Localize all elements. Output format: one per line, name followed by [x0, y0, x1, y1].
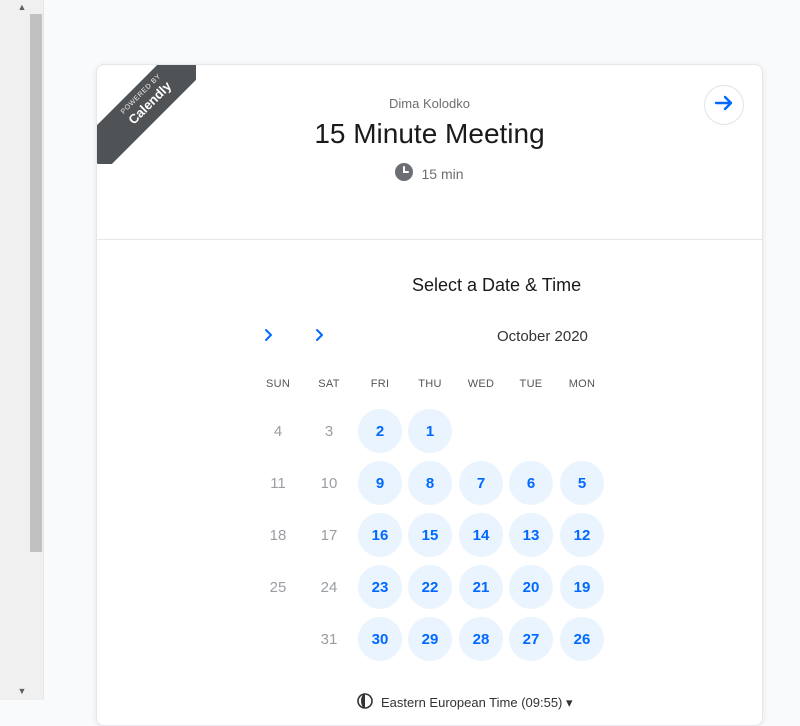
unavailable-day: 3 [324, 422, 334, 440]
scroll-up-arrow[interactable]: ▲ [14, 0, 30, 14]
available-day[interactable]: 20 [509, 565, 553, 609]
available-day[interactable]: 21 [459, 565, 503, 609]
available-day[interactable]: 6 [509, 461, 553, 505]
back-button[interactable] [704, 85, 744, 125]
weekday-label: MON [568, 378, 596, 390]
available-day[interactable]: 7 [459, 461, 503, 505]
scroll-thumb[interactable] [30, 14, 42, 552]
weekday-label: SAT [318, 378, 340, 390]
available-day[interactable]: 9 [358, 461, 402, 505]
chevron-right-icon [313, 328, 325, 347]
available-day[interactable]: 19 [560, 565, 604, 609]
prev-month-button[interactable] [257, 327, 279, 347]
available-day[interactable]: 26 [560, 617, 604, 661]
unavailable-day: 4 [273, 422, 283, 440]
arrow-right-icon [713, 92, 735, 119]
page-scrollbar[interactable]: ▲ ▼ [0, 0, 44, 700]
event-duration: 15 min [97, 163, 762, 184]
month-label: October 2020 [497, 328, 588, 345]
available-day[interactable]: 13 [509, 513, 553, 557]
weekday-label: THU [418, 378, 442, 390]
available-day[interactable]: 2 [358, 409, 402, 453]
unavailable-day: 17 [320, 526, 338, 544]
unavailable-day: 10 [320, 474, 338, 492]
available-day[interactable]: 14 [459, 513, 503, 557]
event-header: Dima Kolodko 15 Minute Meeting 15 min [97, 65, 762, 240]
globe-icon [357, 693, 373, 712]
weekday-header: MON TUE WED THU FRI SAT SUN [97, 378, 762, 392]
unavailable-day: 11 [270, 474, 286, 492]
available-day[interactable]: 12 [560, 513, 604, 557]
available-day[interactable]: 22 [408, 565, 452, 609]
available-day[interactable]: 8 [408, 461, 452, 505]
timezone-selector[interactable]: Eastern European Time (09:55) ▾ [357, 693, 573, 712]
available-day[interactable]: 28 [459, 617, 503, 661]
unavailable-day: 24 [320, 578, 338, 596]
available-day[interactable]: 27 [509, 617, 553, 661]
weekday-label: FRI [370, 378, 390, 390]
scroll-down-arrow[interactable]: ▼ [14, 684, 30, 698]
available-day[interactable]: 30 [358, 617, 402, 661]
duration-label: 15 min [421, 165, 464, 182]
unavailable-day: 31 [320, 630, 338, 648]
available-day[interactable]: 23 [358, 565, 402, 609]
select-date-heading: Select a Date & Time [412, 275, 582, 295]
event-title: 15 Minute Meeting [314, 118, 545, 149]
next-month-button[interactable] [308, 327, 330, 347]
clock-icon [395, 163, 414, 184]
available-day[interactable]: 5 [560, 461, 604, 505]
weekday-label: TUE [519, 378, 543, 390]
weekday-label: SUN [265, 378, 291, 390]
booking-card: POWERED BY Calendly Dima Kolodko 15 Minu… [96, 64, 763, 726]
timezone-label: Eastern European Time (09:55) ▾ [381, 694, 573, 710]
available-day[interactable]: 1 [408, 409, 452, 453]
unavailable-day: 18 [269, 526, 287, 544]
host-name: Dima Kolodko [389, 96, 470, 111]
available-day[interactable]: 29 [408, 617, 452, 661]
chevron-right-icon [262, 328, 274, 347]
available-day[interactable]: 15 [408, 513, 452, 557]
available-day[interactable]: 16 [358, 513, 402, 557]
weekday-label: WED [467, 378, 495, 390]
unavailable-day: 25 [269, 578, 287, 596]
